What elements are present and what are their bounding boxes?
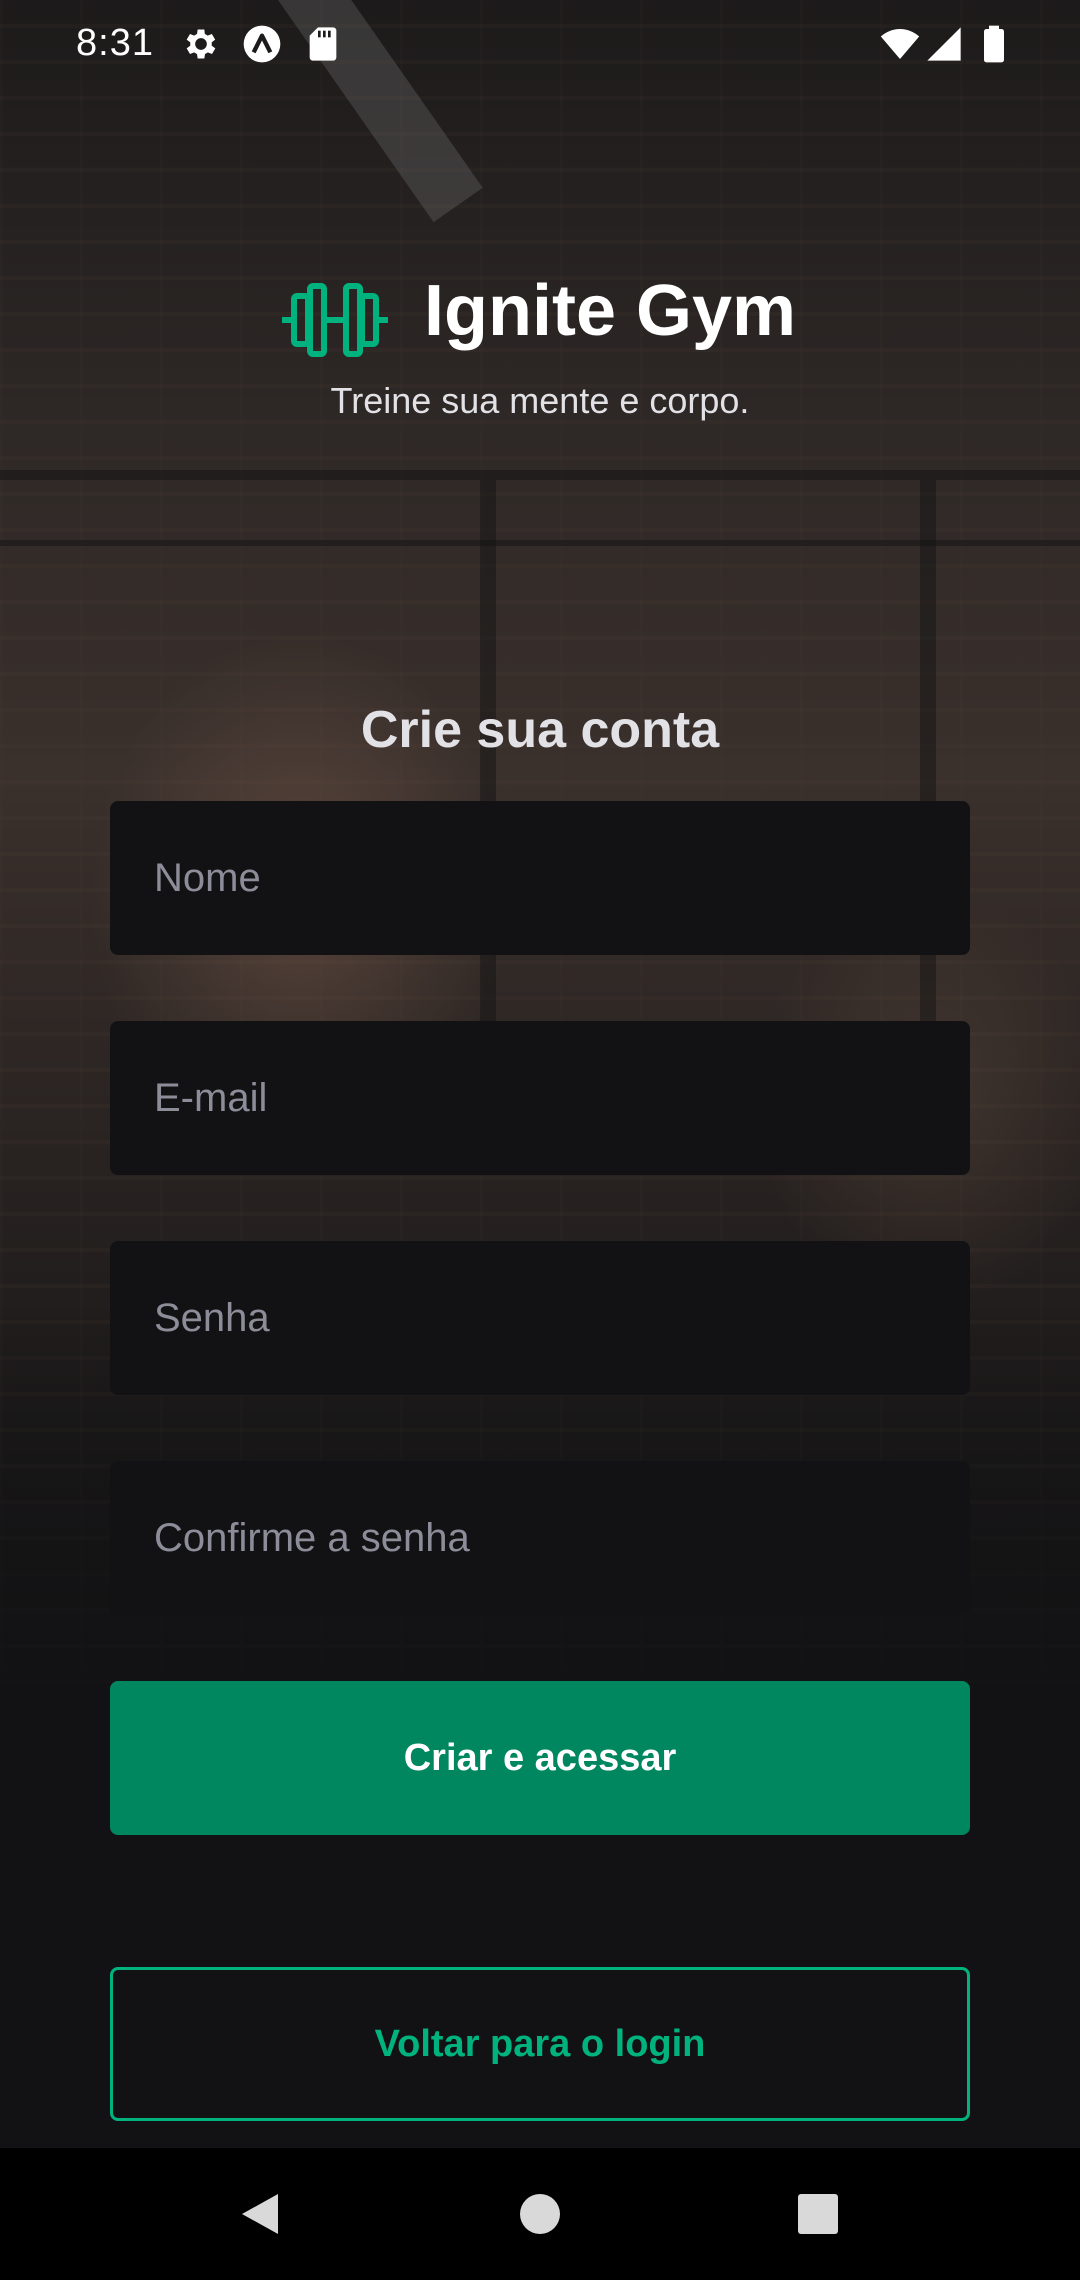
nav-home-button[interactable] (510, 2184, 570, 2244)
email-input[interactable] (110, 1021, 970, 1175)
recents-icon (798, 2194, 838, 2234)
create-account-button[interactable]: Criar e acessar (110, 1681, 970, 1835)
status-time: 8:31 (76, 22, 154, 64)
name-input[interactable] (110, 801, 970, 955)
app-title: Ignite Gym (424, 271, 797, 351)
confirm-password-input[interactable] (110, 1461, 970, 1615)
background-rail (0, 540, 1080, 546)
battery-icon (984, 25, 1004, 63)
wifi-icon (880, 29, 920, 59)
system-navigation-bar (0, 2148, 1080, 2280)
sign-up-screen: 8:31 Ignite Gym Treine sua mente e corpo… (0, 0, 1080, 2280)
background-rail (0, 470, 1080, 480)
password-input[interactable] (110, 1241, 970, 1395)
background-pole (920, 480, 936, 1040)
background-pole (480, 480, 496, 1040)
settings-icon (186, 29, 216, 59)
back-icon (242, 2194, 278, 2234)
dumbbell-icon (282, 283, 388, 357)
nav-back-button[interactable] (230, 2184, 290, 2244)
sd-card-icon (309, 27, 337, 61)
back-to-login-button[interactable]: Voltar para o login (110, 1967, 970, 2121)
form-title: Crie sua conta (360, 701, 720, 759)
home-icon (520, 2194, 560, 2234)
signal-icon (927, 27, 961, 61)
status-bar: 8:31 (0, 0, 1080, 88)
app-a-icon (243, 25, 281, 63)
nav-recents-button[interactable] (788, 2184, 848, 2244)
app-tagline: Treine sua mente e corpo. (330, 380, 750, 421)
create-account-label: Criar e acessar (403, 1736, 677, 1779)
back-to-login-label: Voltar para o login (374, 2022, 706, 2065)
